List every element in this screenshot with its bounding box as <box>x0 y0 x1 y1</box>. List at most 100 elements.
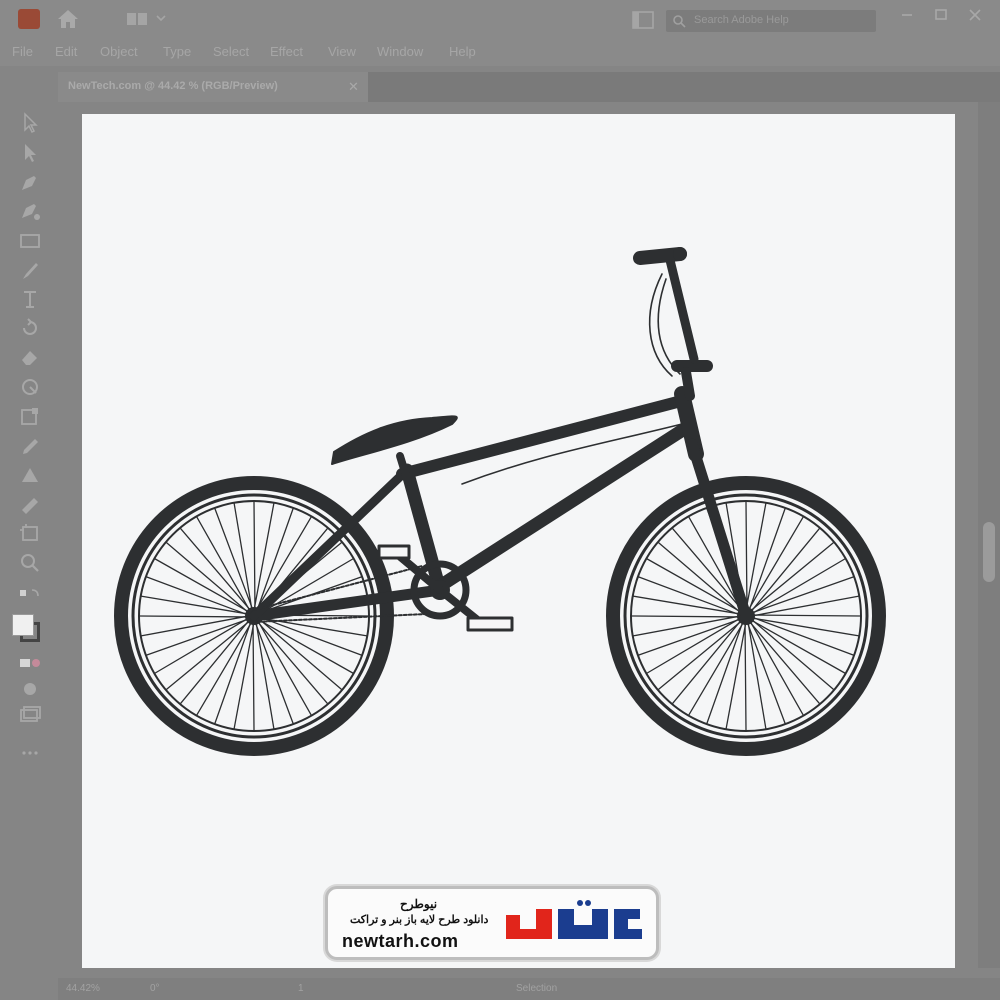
spoke <box>749 622 820 704</box>
search-icon <box>673 15 686 28</box>
pedal-front <box>466 616 514 632</box>
workspace-layout-icon[interactable] <box>126 12 148 26</box>
document-tab-bar: NewTech.com @ 44.42 % (RGB/Preview) ✕ <box>58 72 1000 102</box>
spoke <box>745 501 748 609</box>
free-transform-tool-icon[interactable] <box>18 406 42 428</box>
close-tab-icon[interactable]: ✕ <box>348 79 360 94</box>
home-icon[interactable] <box>56 8 80 30</box>
document-tab[interactable]: NewTech.com @ 44.42 % (RGB/Preview) ✕ <box>58 72 368 102</box>
spoke <box>256 516 312 610</box>
warp-tool-icon[interactable] <box>18 376 42 398</box>
fill-swatch[interactable] <box>12 614 34 636</box>
spoke <box>744 623 747 731</box>
front-fork <box>686 438 752 622</box>
fill-stroke-swatch[interactable] <box>12 614 44 646</box>
scrollbar-thumb[interactable] <box>983 522 995 582</box>
menu-effect[interactable]: Effect <box>270 44 303 59</box>
pen-tool-icon[interactable] <box>18 172 42 194</box>
zoom-level[interactable]: 44.42% <box>66 983 100 994</box>
spoke <box>752 558 846 614</box>
more-tools-icon[interactable] <box>18 742 42 764</box>
swap-colors-icon[interactable] <box>18 586 42 608</box>
spoke <box>646 618 740 674</box>
document-tab-title: NewTech.com @ 44.42 % (RGB/Preview) <box>68 80 278 92</box>
newtarh-logo-icon <box>506 900 642 939</box>
menu-bar: File Edit Object Type Select Effect View… <box>0 38 1000 66</box>
spoke <box>139 615 247 618</box>
menu-edit[interactable]: Edit <box>55 44 77 59</box>
spoke <box>233 503 253 609</box>
rotate-tool-icon[interactable] <box>18 316 42 338</box>
spoke <box>753 614 861 617</box>
vertical-scrollbar[interactable] <box>978 102 1000 968</box>
spoke <box>631 615 739 618</box>
artboard-number[interactable]: 1 <box>298 983 304 994</box>
spoke <box>141 595 247 615</box>
spoke <box>252 623 255 731</box>
search-placeholder: Search Adobe Help <box>694 14 789 26</box>
spoke <box>166 621 250 690</box>
artboard-tool-icon[interactable] <box>18 522 42 544</box>
watermark-badge: نیوطرح دانلود طرح لایه باز بنر و تراکت n… <box>325 886 659 960</box>
menu-select[interactable]: Select <box>213 44 249 59</box>
menu-window[interactable]: Window <box>377 44 423 59</box>
spoke <box>658 621 742 690</box>
maximize-icon[interactable] <box>930 6 952 24</box>
direct-selection-tool-icon[interactable] <box>18 142 42 164</box>
menu-view[interactable]: View <box>328 44 356 59</box>
rectangle-tool-icon[interactable] <box>18 230 42 252</box>
spoke <box>748 516 804 610</box>
spoke <box>688 622 744 716</box>
artboard[interactable]: نیوطرح دانلود طرح لایه باز بنر و تراکت n… <box>82 114 955 968</box>
menu-file[interactable]: File <box>12 44 33 59</box>
pedal-rear <box>377 544 411 560</box>
menu-object[interactable]: Object <box>100 44 138 59</box>
title-bar: Search Adobe Help <box>0 0 1000 38</box>
saddle <box>331 415 458 465</box>
menu-type[interactable]: Type <box>163 44 191 59</box>
status-bar: 44.42% 0° 1 Selection <box>58 978 1000 1000</box>
chevron-down-icon[interactable] <box>156 11 166 25</box>
slice-tool-icon[interactable] <box>18 494 42 516</box>
watermark-title: نیوطرح <box>400 897 438 911</box>
bmx-bicycle-illustration[interactable] <box>82 114 955 968</box>
screen-mode-icon[interactable] <box>18 704 42 726</box>
spoke <box>180 620 249 704</box>
spoke <box>253 501 256 609</box>
rotation-value[interactable]: 0° <box>150 983 160 994</box>
curvature-tool-icon[interactable] <box>18 200 42 222</box>
spoke <box>166 542 248 613</box>
minimize-icon[interactable] <box>896 6 918 24</box>
drawing-mode-icon[interactable] <box>18 678 42 700</box>
eyedropper-tool-icon[interactable] <box>18 436 42 458</box>
type-tool-icon[interactable] <box>18 288 42 310</box>
spoke <box>154 618 248 674</box>
spoke <box>260 619 342 690</box>
zoom-tool-icon[interactable] <box>18 552 42 574</box>
menu-help[interactable]: Help <box>449 44 476 59</box>
blend-tool-icon[interactable] <box>18 464 42 486</box>
spoke <box>196 622 252 716</box>
spoke <box>753 617 859 637</box>
status-mode: Selection <box>516 983 558 994</box>
spoke <box>750 542 834 611</box>
close-window-icon[interactable] <box>964 6 986 24</box>
spoke <box>180 528 251 610</box>
eraser-tool-icon[interactable] <box>18 346 42 368</box>
search-input[interactable]: Search Adobe Help <box>666 10 876 32</box>
selection-tool-icon[interactable] <box>18 112 42 134</box>
handlebar <box>664 251 699 364</box>
app-logo-icon[interactable] <box>18 9 40 29</box>
spoke <box>751 528 820 612</box>
spoke <box>633 595 739 615</box>
watermark-subtitle: دانلود طرح لایه باز بنر و تراکت <box>350 914 489 926</box>
spoke <box>255 623 275 729</box>
spoke <box>752 619 834 690</box>
arrange-documents-icon[interactable] <box>632 11 654 29</box>
tools-panel <box>6 102 54 755</box>
color-mode-icon[interactable] <box>18 652 42 674</box>
watermark-url: newtarh.com <box>342 931 459 951</box>
spoke <box>257 622 328 704</box>
paintbrush-tool-icon[interactable] <box>18 260 42 282</box>
spoke <box>672 620 741 704</box>
